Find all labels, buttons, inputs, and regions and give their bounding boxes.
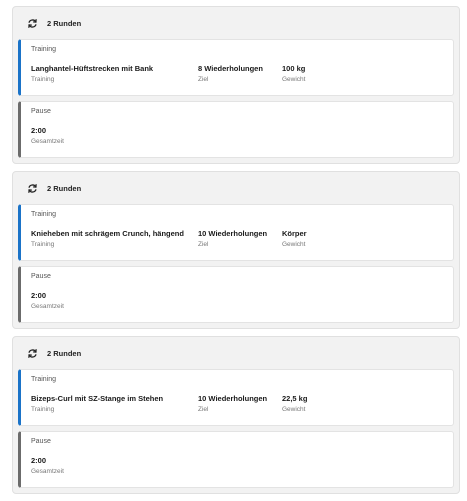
target-caption: Ziel [198, 76, 209, 83]
training-card[interactable]: Training Langhantel-Hüftstrecken mit Ban… [18, 39, 454, 96]
pause-time: 2:00 [31, 126, 47, 135]
rounds-label: 2 Runden [47, 183, 82, 193]
exercise-column: Langhantel-Hüftstrecken mit Bank Trainin… [31, 64, 153, 83]
repeat-icon [28, 18, 37, 28]
weight-caption: Gewicht [282, 76, 306, 83]
superset-header: 2 Runden [18, 337, 454, 369]
pause-card[interactable]: Pause 2:00 Gesamtzeit [18, 101, 454, 158]
target-value: 8 Wiederholungen [198, 64, 263, 73]
pause-card[interactable]: Pause 2:00 Gesamtzeit [18, 431, 454, 488]
target-value: 10 Wiederholungen [198, 229, 268, 238]
exercise-name: Knieheben mit schrägem Crunch, hängend [31, 229, 184, 238]
card-type-label: Pause [31, 108, 51, 115]
target-caption: Ziel [198, 241, 209, 248]
card-type-label: Pause [31, 273, 51, 280]
weight-column: Körper Gewicht [282, 229, 307, 248]
time-column: 2:00 Gesamtzeit [31, 291, 64, 310]
exercise-caption: Training [31, 241, 55, 248]
pause-time: 2:00 [31, 456, 47, 465]
weight-value: Körper [282, 229, 307, 238]
target-column: 10 Wiederholungen Ziel [198, 394, 267, 413]
weight-caption: Gewicht [282, 241, 306, 248]
rounds-label: 2 Runden [47, 348, 82, 358]
superset-group: 2 Runden Training Bizeps-Curl mit SZ-Sta… [12, 336, 460, 494]
weight-caption: Gewicht [282, 406, 306, 413]
repeat-icon [28, 348, 37, 358]
exercise-column: Bizeps-Curl mit SZ-Stange im Stehen Trai… [31, 394, 163, 413]
weight-column: 22,5 kg Gewicht [282, 394, 307, 413]
exercise-name: Langhantel-Hüftstrecken mit Bank [31, 64, 154, 73]
training-card[interactable]: Training Knieheben mit schrägem Crunch, … [18, 204, 454, 261]
pause-time-caption: Gesamtzeit [31, 468, 64, 475]
superset-group: 2 Runden Training Langhantel-Hüftstrecke… [12, 6, 460, 164]
superset-header: 2 Runden [18, 7, 454, 39]
pause-time-caption: Gesamtzeit [31, 138, 64, 145]
target-column: 8 Wiederholungen Ziel [198, 64, 263, 83]
card-type-label: Training [31, 376, 57, 383]
target-caption: Ziel [198, 406, 209, 413]
training-card[interactable]: Training Bizeps-Curl mit SZ-Stange im St… [18, 369, 454, 426]
pause-time-caption: Gesamtzeit [31, 303, 64, 310]
pause-card[interactable]: Pause 2:00 Gesamtzeit [18, 266, 454, 323]
workout-list: 2 Runden Training Langhantel-Hüftstrecke… [12, 6, 460, 501]
exercise-name: Bizeps-Curl mit SZ-Stange im Stehen [31, 394, 164, 403]
weight-column: 100 kg Gewicht [282, 64, 305, 83]
target-column: 10 Wiederholungen Ziel [198, 229, 267, 248]
weight-value: 100 kg [282, 64, 306, 73]
superset-header: 2 Runden [18, 172, 454, 204]
pause-time: 2:00 [31, 291, 47, 300]
superset-group: 2 Runden Training Knieheben mit schrägem… [12, 171, 460, 329]
weight-value: 22,5 kg [282, 394, 308, 403]
repeat-icon [28, 183, 37, 193]
rounds-label: 2 Runden [47, 18, 82, 28]
card-type-label: Training [31, 46, 57, 53]
card-type-label: Training [31, 211, 57, 218]
exercise-caption: Training [31, 76, 55, 83]
exercise-caption: Training [31, 406, 55, 413]
exercise-column: Knieheben mit schrägem Crunch, hängend T… [31, 229, 184, 248]
card-type-label: Pause [31, 438, 51, 445]
time-column: 2:00 Gesamtzeit [31, 456, 64, 475]
time-column: 2:00 Gesamtzeit [31, 126, 64, 145]
target-value: 10 Wiederholungen [198, 394, 268, 403]
